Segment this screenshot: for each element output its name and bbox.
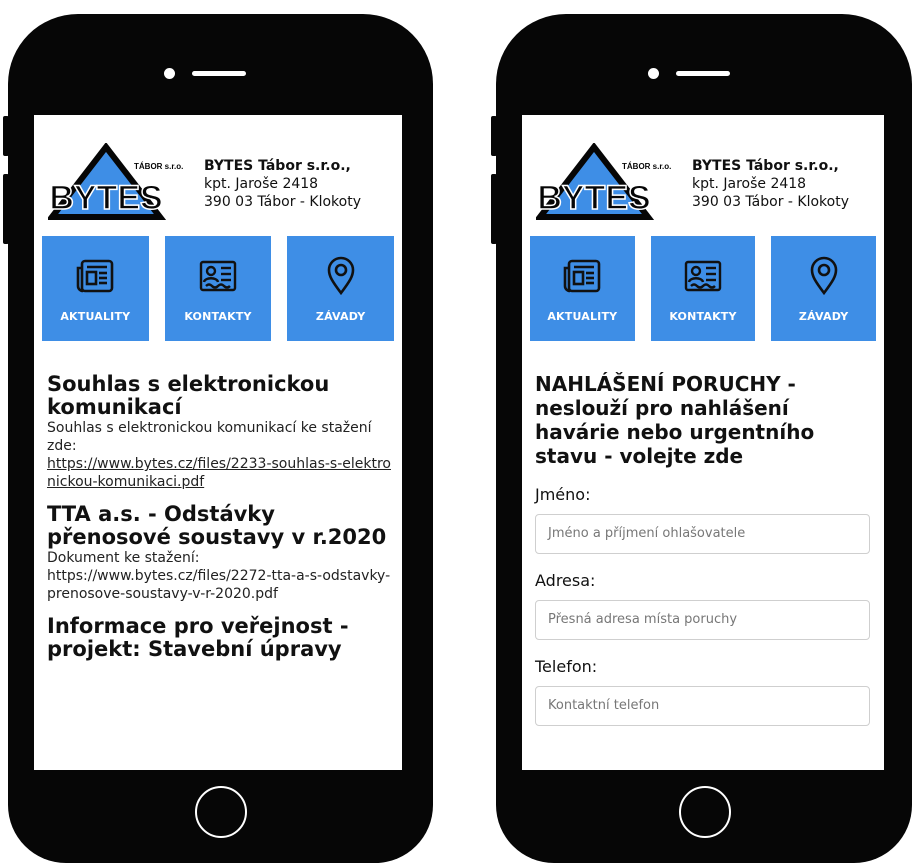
name-input[interactable] <box>535 514 870 554</box>
side-button <box>491 174 497 244</box>
location-pin-icon <box>327 256 354 296</box>
phone-left: BYTES TÁBOR s.r.o. BYTES Tábor s.r.o., k… <box>3 14 433 863</box>
tile-label: ZÁVADY <box>798 310 849 323</box>
tile-aktuality[interactable]: AKTUALITY <box>530 236 635 341</box>
tile-label: KONTAKTY <box>184 310 252 323</box>
nav-tiles: AKTUALITY KONTAKTY ZÁVADY <box>42 236 395 341</box>
company-city: 390 03 Tábor - Klokoty <box>204 194 361 210</box>
fault-report-form: NAHLÁŠENÍ PORUCHY - neslouží pro nahláše… <box>535 372 870 742</box>
tile-label: KONTAKTY <box>669 310 737 323</box>
news-link[interactable]: https://www.bytes.cz/files/2233-souhlas-… <box>47 455 396 491</box>
logo-subtext: TÁBOR s.r.o. <box>134 162 183 171</box>
logo-text: BYTES <box>537 179 650 217</box>
contact-card-icon <box>199 260 237 292</box>
side-button <box>491 116 497 156</box>
nav-tiles: AKTUALITY KONTAKTY ZÁVADY <box>530 236 877 341</box>
news-link[interactable]: https://www.bytes.cz/files/2272-tta-a-s-… <box>47 567 396 603</box>
news-item: TTA a.s. - Odstávky přenosové soustavy v… <box>47 503 396 603</box>
news-title[interactable]: Souhlas s elektronickou komunikací <box>47 373 396 419</box>
home-button[interactable] <box>195 786 247 838</box>
camera-dot <box>164 68 175 79</box>
home-button[interactable] <box>679 786 731 838</box>
tile-label: AKTUALITY <box>547 310 618 323</box>
form-title: NAHLÁŠENÍ PORUCHY - neslouží pro nahláše… <box>535 372 815 468</box>
company-name: BYTES Tábor s.r.o., <box>204 158 351 174</box>
location-pin-icon <box>810 256 837 296</box>
company-address: BYTES Tábor s.r.o., kpt. Jaroše 2418 390… <box>204 157 361 211</box>
address-input[interactable] <box>535 600 870 640</box>
news-text: Souhlas s elektronickou komunikací ke st… <box>47 420 372 454</box>
site-header: BYTES TÁBOR s.r.o. BYTES Tábor s.r.o., k… <box>48 143 402 221</box>
site-header: BYTES TÁBOR s.r.o. BYTES Tábor s.r.o., k… <box>536 143 884 221</box>
logo-subtext: TÁBOR s.r.o. <box>622 162 671 171</box>
tile-zavady[interactable]: ZÁVADY <box>287 236 395 341</box>
tile-aktuality[interactable]: AKTUALITY <box>42 236 149 341</box>
tile-kontakty[interactable]: KONTAKTY <box>164 236 272 341</box>
newspaper-icon <box>77 259 114 293</box>
phone-label: Telefon: <box>535 657 598 676</box>
company-name: BYTES Tábor s.r.o., <box>692 158 839 174</box>
news-item: Souhlas s elektronickou komunikací Souhl… <box>47 373 396 491</box>
company-city: 390 03 Tábor - Klokoty <box>692 194 849 210</box>
bytes-logo[interactable]: BYTES TÁBOR s.r.o. <box>536 143 676 221</box>
company-street: kpt. Jaroše 2418 <box>692 176 807 192</box>
news-title[interactable]: TTA a.s. - Odstávky přenosové soustavy v… <box>47 503 396 549</box>
tile-zavady[interactable]: ZÁVADY <box>771 236 877 341</box>
phone-right: BYTES TÁBOR s.r.o. BYTES Tábor s.r.o., k… <box>491 14 912 863</box>
news-list: Souhlas s elektronickou komunikací Souhl… <box>47 373 396 673</box>
company-street: kpt. Jaroše 2418 <box>204 176 319 192</box>
address-label: Adresa: <box>535 571 596 590</box>
company-address: BYTES Tábor s.r.o., kpt. Jaroše 2418 390… <box>692 157 849 211</box>
news-title[interactable]: Informace pro veřejnost - projekt: Stave… <box>47 615 396 661</box>
tile-label: ZÁVADY <box>315 310 366 323</box>
logo-text: BYTES <box>49 179 162 217</box>
name-label: Jméno: <box>535 485 591 504</box>
side-button <box>3 116 9 156</box>
bytes-logo[interactable]: BYTES TÁBOR s.r.o. <box>48 143 188 221</box>
speaker-bar <box>676 71 730 76</box>
tile-kontakty[interactable]: KONTAKTY <box>650 236 756 341</box>
newspaper-icon <box>564 259 601 293</box>
camera-dot <box>648 68 659 79</box>
news-item: Informace pro veřejnost - projekt: Stave… <box>47 615 396 661</box>
side-button <box>3 174 9 244</box>
phone-input[interactable] <box>535 686 870 726</box>
contact-card-icon <box>684 260 722 292</box>
tile-label: AKTUALITY <box>60 310 131 323</box>
speaker-bar <box>192 71 246 76</box>
news-text: Dokument ke stažení: <box>47 550 200 566</box>
screen-form: BYTES TÁBOR s.r.o. BYTES Tábor s.r.o., k… <box>522 115 884 770</box>
screen-news: BYTES TÁBOR s.r.o. BYTES Tábor s.r.o., k… <box>34 115 402 770</box>
